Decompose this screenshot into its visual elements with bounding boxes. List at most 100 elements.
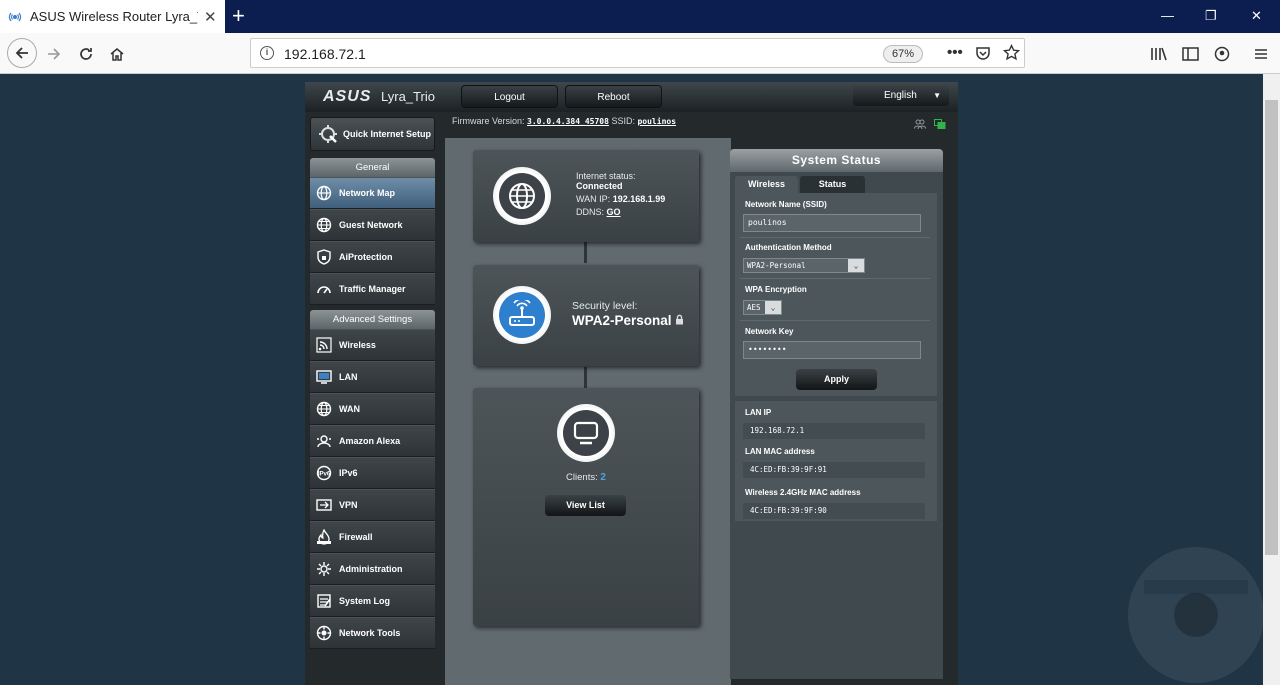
router-security-card[interactable]: Security level: WPA2-Personal [473, 265, 699, 366]
sidebar-item-system-log[interactable]: System Log [310, 585, 435, 617]
clients-button[interactable] [557, 404, 615, 462]
language-value: English [884, 90, 917, 101]
apply-button[interactable]: Apply [796, 369, 877, 390]
advanced-menu: Wireless LAN WAN Amazon Alexa IPv6 IPv6 VPN Fir… [310, 329, 435, 649]
tab-wireless[interactable]: Wireless [735, 176, 798, 193]
general-section-header: General [310, 158, 435, 177]
wireless-mac-label: Wireless 2.4GHz MAC address [745, 488, 861, 497]
sidebar-item-lan[interactable]: LAN [310, 361, 435, 393]
window-close-button[interactable]: ✕ [1251, 8, 1262, 24]
url-text[interactable]: 192.168.72.1 [284, 46, 366, 62]
sidebar-item-network-map[interactable]: Network Map [310, 177, 435, 209]
auth-method-label: Authentication Method [745, 243, 832, 252]
router-model: Lyra_Trio [381, 89, 435, 104]
users-status-icon[interactable] [914, 119, 926, 129]
new-tab-button[interactable]: + [232, 4, 245, 28]
sidebar-item-label: IPv6 [339, 468, 358, 478]
logout-button[interactable]: Logout [461, 85, 558, 108]
chevron-down-icon: ⌄ [848, 259, 864, 272]
tab-close-icon[interactable]: ✕ [204, 8, 217, 26]
library-icon[interactable] [1150, 46, 1168, 62]
sidebar-toggle-icon[interactable] [1182, 46, 1199, 62]
browser-tab-bar: ASUS Wireless Router Lyra_Trio ✕ + — ❐ ✕ [0, 0, 1280, 33]
ssid-label: SSID: [611, 116, 635, 126]
sidebar-item-firewall[interactable]: Firewall [310, 521, 435, 553]
network-key-input[interactable]: •••••••• [743, 341, 921, 359]
sidebar-item-guest-network[interactable]: Guest Network [310, 209, 435, 241]
watermark-logo [1128, 547, 1264, 683]
reboot-button[interactable]: Reboot [565, 85, 662, 108]
restore-button[interactable]: ❐ [1205, 8, 1217, 24]
sidebar-item-wan[interactable]: WAN [310, 393, 435, 425]
fire-icon [315, 528, 333, 546]
scrollbar-thumb[interactable] [1265, 100, 1278, 555]
wan-ip-value: 192.168.1.99 [612, 194, 666, 204]
lock-icon [676, 314, 684, 325]
sidebar-item-label: Administration [339, 564, 403, 574]
sidebar-item-traffic-manager[interactable]: Traffic Manager [310, 273, 435, 305]
firmware-version-link[interactable]: 3.0.0.4.384_45708 [527, 117, 609, 126]
ipv6-icon: IPv6 [315, 464, 333, 482]
wpa-encryption-label: WPA Encryption [745, 285, 807, 294]
forward-button[interactable] [41, 41, 67, 67]
browser-tab[interactable]: ASUS Wireless Router Lyra_Trio ✕ [0, 0, 225, 33]
view-list-button[interactable]: View List [545, 495, 626, 516]
sidebar-item-vpn[interactable]: VPN [310, 489, 435, 521]
ssid-link[interactable]: poulinos [637, 117, 676, 126]
ddns-go-link[interactable]: GO [607, 207, 621, 217]
router-button[interactable] [493, 286, 551, 344]
lan-info-panel: LAN IP 192.168.72.1 LAN MAC address 4C:E… [735, 401, 937, 521]
general-menu: Network Map Guest Network AiProtection Traf… [310, 177, 435, 305]
sidebar-item-label: LAN [339, 372, 358, 382]
wifi-icon [315, 336, 333, 354]
wpa-encryption-select[interactable]: AES ⌄ [743, 300, 782, 315]
sidebar-item-wireless[interactable]: Wireless [310, 329, 435, 361]
wan-ip-label: WAN IP: [576, 194, 611, 204]
tab-status[interactable]: Status [800, 176, 865, 193]
sidebar-item-network-tools[interactable]: Network Tools [310, 617, 435, 649]
browser-nav-bar: i 192.168.72.1 67% ••• [0, 33, 1280, 74]
vpn-icon [315, 496, 333, 514]
address-bar[interactable]: i 192.168.72.1 67% ••• [250, 38, 1025, 68]
internet-status-value: Connected [576, 181, 623, 191]
reload-button[interactable] [73, 41, 99, 67]
site-info-icon[interactable]: i [260, 46, 274, 60]
clients-label: Clients: [566, 472, 598, 483]
monitor-icon [315, 368, 333, 386]
alexa-icon [315, 432, 333, 450]
zoom-indicator[interactable]: 67% [883, 45, 923, 63]
account-icon[interactable] [1214, 46, 1230, 62]
network-name-input[interactable]: poulinos [743, 214, 921, 232]
auth-method-select[interactable]: WPA2-Personal ⌄ [743, 258, 865, 273]
home-button[interactable] [104, 41, 130, 67]
clients-count[interactable]: 2 [600, 472, 606, 483]
sidebar-item-amazon-alexa[interactable]: Amazon Alexa [310, 425, 435, 457]
router-favicon-icon [8, 12, 22, 21]
bookmark-star-icon[interactable] [1003, 44, 1020, 61]
chevron-down-icon: ⌄ [765, 301, 781, 314]
quick-internet-setup-button[interactable]: Quick Internet Setup [310, 117, 435, 151]
minimize-button[interactable]: — [1161, 8, 1174, 23]
gauge-icon [315, 280, 333, 298]
sidebar-item-label: Wireless [339, 340, 376, 350]
menu-icon[interactable] [1253, 46, 1269, 62]
pocket-icon[interactable] [975, 45, 991, 61]
sidebar-item-aiprotection[interactable]: AiProtection [310, 241, 435, 273]
asus-logo: ASUS [323, 88, 372, 105]
quick-setup-label: Quick Internet Setup [343, 129, 432, 139]
back-button[interactable] [7, 38, 37, 68]
network-name-label: Network Name (SSID) [745, 200, 827, 209]
log-icon [315, 592, 333, 610]
network-key-label: Network Key [745, 327, 794, 336]
internet-globe-button[interactable] [493, 167, 551, 225]
sidebar-item-ipv6[interactable]: IPv6 IPv6 [310, 457, 435, 489]
globe-icon [315, 400, 333, 418]
internet-status-card[interactable]: Internet status: Connected WAN IP: 192.1… [473, 150, 699, 242]
connector-line [584, 242, 587, 263]
page-actions-icon[interactable]: ••• [947, 44, 963, 61]
language-select[interactable]: English ▼ [853, 85, 949, 106]
clients-card[interactable]: Clients: 2 View List [473, 388, 699, 626]
connector-line [584, 367, 587, 388]
network-status-icon[interactable] [934, 119, 946, 129]
sidebar-item-administration[interactable]: Administration [310, 553, 435, 585]
